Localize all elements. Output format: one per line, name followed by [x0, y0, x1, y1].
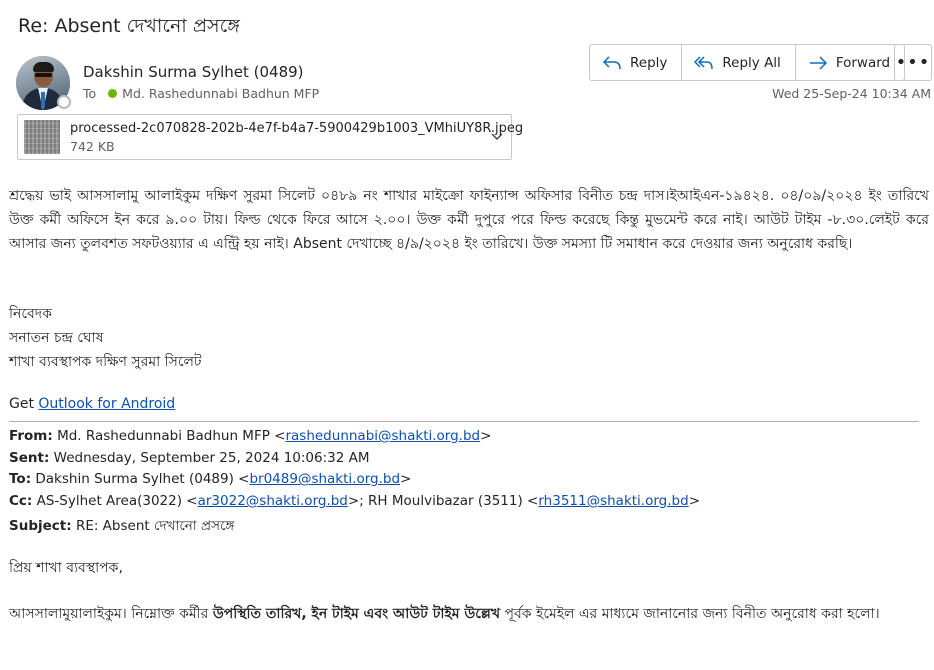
cc-close: > — [688, 493, 700, 509]
message-actions: Reply Reply All Forward — [589, 44, 906, 81]
para-start: আসসালামুয়ালাইকুম। নিম্নোক্ত কর্মীর — [9, 606, 213, 622]
to-email-link[interactable]: br0489@shakti.org.bd — [249, 471, 400, 487]
recipient-name[interactable]: Md. Rashedunnabi Badhun MFP — [122, 86, 319, 101]
body-paragraph: শ্রদ্ধেয় ভাই আসসালামু আলাইকুম দক্ষিণ সু… — [9, 188, 929, 252]
attachment-size: 742 KB — [70, 139, 115, 154]
quoted-sent: Sent: Wednesday, September 25, 2024 10:0… — [9, 450, 370, 466]
reply-icon — [602, 55, 621, 69]
quoted-cc: Cc: AS-Sylhet Area(3022) <ar3022@shakti.… — [9, 493, 700, 509]
to-label-quoted: To: — [9, 471, 32, 487]
get-outlook-line: Get Outlook for Android — [9, 396, 175, 412]
forward-button[interactable]: Forward — [796, 45, 904, 80]
attachment-thumbnail — [24, 120, 60, 154]
para-bold: উপস্থিতি তারিখ, ইন টাইম এবং আউট টাইম উল্… — [212, 606, 501, 622]
signature-line: সনাতন চন্দ্র ঘোষ — [9, 330, 104, 346]
cc-email-link-1[interactable]: ar3022@shakti.org.bd — [198, 493, 348, 509]
received-date: Wed 25-Sep-24 10:34 AM — [772, 86, 931, 101]
sent-value: Wednesday, September 25, 2024 10:06:32 A… — [53, 450, 370, 466]
recipient-line: To Md. Rashedunnabi Badhun MFP — [83, 86, 319, 101]
from-email-link[interactable]: rashedunnabi@shakti.org.bd — [285, 428, 480, 444]
forward-icon — [809, 55, 827, 70]
quoted-from: From: Md. Rashedunnabi Badhun MFP <rashe… — [9, 428, 491, 444]
available-status-icon — [108, 89, 118, 98]
to-name: Dakshin Surma Sylhet (0489) < — [35, 471, 250, 487]
more-actions-button[interactable]: ••• — [894, 44, 932, 81]
attachment-card[interactable]: processed-2c070828-202b-4e7f-b4a7-590042… — [17, 114, 523, 160]
from-close: > — [480, 428, 492, 444]
chevron-down-icon[interactable] — [490, 129, 504, 143]
attachment-filename: processed-2c070828-202b-4e7f-b4a7-590042… — [70, 121, 524, 136]
outlook-android-link[interactable]: Outlook for Android — [38, 396, 175, 412]
cc-email-link-2[interactable]: rh3511@shakti.org.bd — [538, 493, 688, 509]
quote-separator — [9, 421, 919, 422]
quoted-to: To: Dakshin Surma Sylhet (0489) <br0489@… — [9, 471, 411, 487]
reply-all-icon — [694, 55, 714, 69]
sender-name[interactable]: Dakshin Surma Sylhet (0489) — [83, 63, 304, 81]
to-close: > — [400, 471, 412, 487]
sent-label: Sent: — [9, 450, 50, 466]
quoted-paragraph: আসসালামুয়ালাইকুম। নিম্নোক্ত কর্মীর উপস্… — [9, 599, 929, 629]
para-end: পূর্বক ইমেইল এর মাধ্যমে জানানোর জন্য বিন… — [500, 606, 880, 622]
forward-label: Forward — [835, 54, 891, 71]
get-text: Get — [9, 396, 39, 412]
presence-status-icon — [57, 95, 71, 109]
from-label: From: — [9, 428, 53, 444]
quoted-greeting: প্রিয় শাখা ব্যবস্থাপক, — [9, 560, 123, 576]
email-subject: Re: Absent দেখানো প্রসঙ্গে — [18, 15, 240, 37]
from-name: Md. Rashedunnabi Badhun MFP < — [57, 428, 286, 444]
signature-line: নিবেদক — [9, 306, 52, 322]
cc-label: Cc: — [9, 493, 33, 509]
cc-mid: >; RH Moulvibazar (3511) < — [347, 493, 539, 509]
cc-name1: AS-Sylhet Area(3022) < — [36, 493, 198, 509]
to-label: To — [83, 86, 97, 101]
subject-label: Subject: — [9, 518, 72, 534]
reply-all-button[interactable]: Reply All — [682, 45, 796, 80]
reply-all-label: Reply All — [722, 54, 781, 71]
quoted-subject: Subject: RE: Absent দেখানো প্রসঙ্গে — [9, 515, 234, 538]
subject-value: RE: Absent দেখানো প্রসঙ্গে — [75, 518, 235, 534]
signature-line: শাখা ব্যবস্থাপক দক্ষিণ সুরমা সিলেট — [9, 354, 202, 370]
signature: নিবেদক সনাতন চন্দ্র ঘোষ শাখা ব্যবস্থাপক … — [9, 302, 929, 374]
reply-label: Reply — [630, 54, 668, 71]
reply-button[interactable]: Reply — [590, 45, 683, 80]
